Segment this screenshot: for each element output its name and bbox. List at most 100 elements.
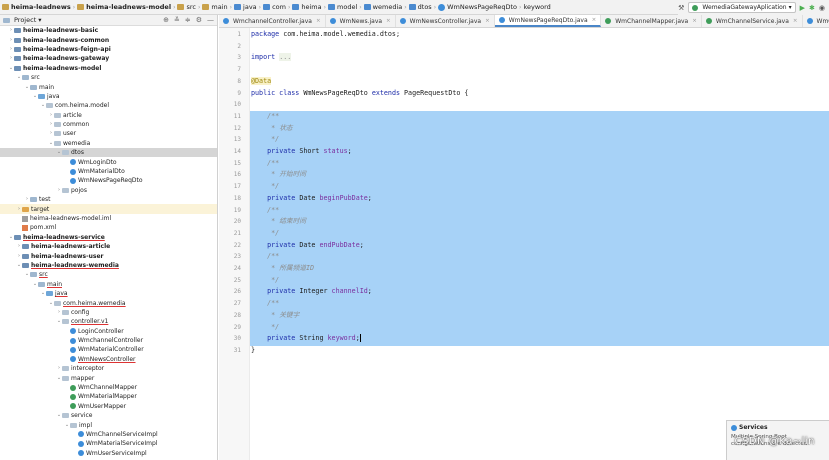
code-line[interactable]: import ... <box>251 52 292 64</box>
close-icon[interactable]: × <box>485 18 490 24</box>
run-icon[interactable]: ▶ <box>800 4 805 12</box>
tree-item[interactable]: LoginController <box>0 327 217 336</box>
tree-item[interactable]: › heima-leadnews-feign-api <box>0 45 217 54</box>
tree-item[interactable]: › heima-leadnews-article <box>0 242 217 251</box>
tree-item[interactable]: WmLoginDto <box>0 157 217 166</box>
tree-item[interactable]: ⌄ service <box>0 411 217 420</box>
tree-item[interactable]: WmUserMapper <box>0 402 217 411</box>
tree-item[interactable]: ⌄ main <box>0 82 217 91</box>
code-line[interactable]: * 所属频道ID <box>251 263 314 275</box>
tree-item[interactable]: ⌄ java <box>0 92 217 101</box>
tree-item[interactable]: › user <box>0 129 217 138</box>
code-line[interactable]: /** <box>251 251 279 263</box>
breadcrumb-item[interactable]: model <box>328 3 357 11</box>
close-icon[interactable]: × <box>692 18 697 24</box>
tree-item[interactable]: WmMaterialServiceImpl <box>0 439 217 448</box>
tree-item[interactable]: › pojos <box>0 186 217 195</box>
hide-icon[interactable]: — <box>207 16 214 24</box>
tree-item[interactable]: › config <box>0 308 217 317</box>
tree-item[interactable]: heima-leadnews-model.iml <box>0 214 217 223</box>
editor-tab[interactable]: WmchannelController.java × <box>219 15 326 27</box>
tree-item[interactable]: WmNewsController <box>0 355 217 364</box>
breadcrumb-item[interactable]: keyword <box>523 3 550 11</box>
tree-item[interactable]: › heima-leadnews-basic <box>0 26 217 35</box>
code-line[interactable]: */ <box>251 275 279 287</box>
chevron-down-icon[interactable]: ▾ <box>38 16 41 24</box>
breadcrumb-item[interactable]: heima-leadnews-model <box>77 3 171 11</box>
tree-item[interactable]: › interceptor <box>0 364 217 373</box>
code-line[interactable]: * 结束时间 <box>251 216 306 228</box>
gear-icon[interactable]: ⚙ <box>196 16 202 24</box>
tree-item[interactable]: ⌄ java <box>0 289 217 298</box>
code-line[interactable]: /** <box>251 205 279 217</box>
tree-item[interactable]: WmChannelMapper <box>0 383 217 392</box>
tree-item[interactable]: ⌄ heima-leadnews-service <box>0 233 217 242</box>
run-configuration-select[interactable]: WemediaGatewayAplication ▾ <box>688 2 796 13</box>
code-line[interactable]: */ <box>251 181 279 193</box>
code-line[interactable]: public class WmNewsPageReqDto extends Pa… <box>251 88 468 100</box>
close-icon[interactable]: × <box>316 18 321 24</box>
editor-tab[interactable]: WmChannelServiceImpl.java× <box>803 15 829 27</box>
tree-item[interactable]: › target <box>0 204 217 214</box>
close-icon[interactable]: × <box>592 17 597 23</box>
tree-item[interactable]: › heima-leadnews-user <box>0 251 217 260</box>
editor-tab[interactable]: WmNewsPageReqDto.java × <box>494 15 602 27</box>
collapse-all-icon[interactable]: ≚ <box>174 16 180 24</box>
code-line[interactable]: * 关键字 <box>251 310 299 322</box>
code-line[interactable]: private Integer channelId; <box>251 286 372 298</box>
tree-item[interactable]: ⌄ heima-leadnews-wemedia <box>0 261 217 270</box>
editor-tab[interactable]: WmChannelMapper.java × <box>601 15 702 27</box>
tree-item[interactable]: WmMaterialController <box>0 345 217 354</box>
tree-item[interactable]: WmMaterialDto <box>0 167 217 176</box>
code-line[interactable]: package com.heima.model.wemedia.dtos; <box>251 29 400 41</box>
tree-item[interactable]: ⌄ main <box>0 280 217 289</box>
code-line[interactable]: private Date beginPubDate; <box>251 193 372 205</box>
breadcrumb-item[interactable]: com <box>263 3 286 11</box>
tree-item[interactable]: › heima-leadnews-gateway <box>0 54 217 63</box>
tree-item[interactable]: ⌄ src <box>0 270 217 279</box>
tree-item[interactable]: › test <box>0 195 217 204</box>
editor-tab[interactable]: WmNews.java × <box>326 15 396 27</box>
coverage-icon[interactable]: ◉ <box>819 4 825 12</box>
editor-tab[interactable]: WmNewsController.java × <box>396 15 495 27</box>
code-line[interactable]: * 开始时间 <box>251 169 306 181</box>
tree-item[interactable]: ⌄ src <box>0 73 217 82</box>
editor-tab[interactable]: WmChannelService.java × <box>702 15 803 27</box>
close-icon[interactable]: × <box>793 18 798 24</box>
breadcrumb-item[interactable]: src <box>177 3 196 11</box>
tree-item[interactable]: › common <box>0 120 217 129</box>
tree-item[interactable]: ⌄ wemedia <box>0 139 217 148</box>
code-line[interactable]: */ <box>251 228 279 240</box>
code-line[interactable]: */ <box>251 322 279 334</box>
tree-item[interactable]: pom.xml <box>0 223 217 232</box>
breadcrumb-item[interactable]: java <box>234 3 257 11</box>
code-line[interactable]: */ <box>251 134 279 146</box>
code-line[interactable]: @Data <box>251 76 272 88</box>
code-line[interactable]: /** <box>251 298 279 310</box>
code-editor[interactable]: 1 2 3 7 8 9 10 11 12 13 14 15 16 17 18 19 20 21 22 23 24 25 26… <box>219 28 829 460</box>
tree-item[interactable]: WmchannelController <box>0 336 217 345</box>
locate-icon[interactable]: ⊕ <box>163 16 169 24</box>
tree-item[interactable]: ⌄ impl <box>0 420 217 429</box>
close-icon[interactable]: × <box>386 18 391 24</box>
breadcrumb-item[interactable]: wemedia <box>363 3 402 11</box>
code-line[interactable]: private Short status; <box>251 146 352 158</box>
tree-item[interactable]: WmUserServiceImpl <box>0 449 217 458</box>
tree-item[interactable]: ⌄ controller.v1 <box>0 317 217 326</box>
tree-item[interactable]: › heima-leadnews-common <box>0 35 217 44</box>
breadcrumb-item[interactable]: dtos <box>408 3 432 11</box>
code-line[interactable]: private Date endPubDate; <box>251 240 364 252</box>
code-line[interactable]: * 状态 <box>251 123 292 135</box>
tree-item[interactable]: ⌄ dtos <box>0 148 217 158</box>
tree-item[interactable]: ⌄ heima-leadnews-model <box>0 64 217 73</box>
breadcrumb-item[interactable]: heima-leadnews <box>2 3 71 11</box>
tree-item[interactable]: ⌄ com.heima.model <box>0 101 217 110</box>
tree-item[interactable]: WmChannelServiceImpl <box>0 430 217 439</box>
breadcrumb-item[interactable]: heima <box>292 3 322 11</box>
code-line[interactable]: /** <box>251 158 279 170</box>
expand-all-icon[interactable]: ≑ <box>185 16 191 24</box>
code-line[interactable]: /** <box>251 111 279 123</box>
debug-icon[interactable]: ✱ <box>809 4 815 12</box>
hammer-icon[interactable]: ⚒ <box>678 4 684 12</box>
tree-item[interactable]: ⌄ com.heima.wemedia <box>0 298 217 307</box>
